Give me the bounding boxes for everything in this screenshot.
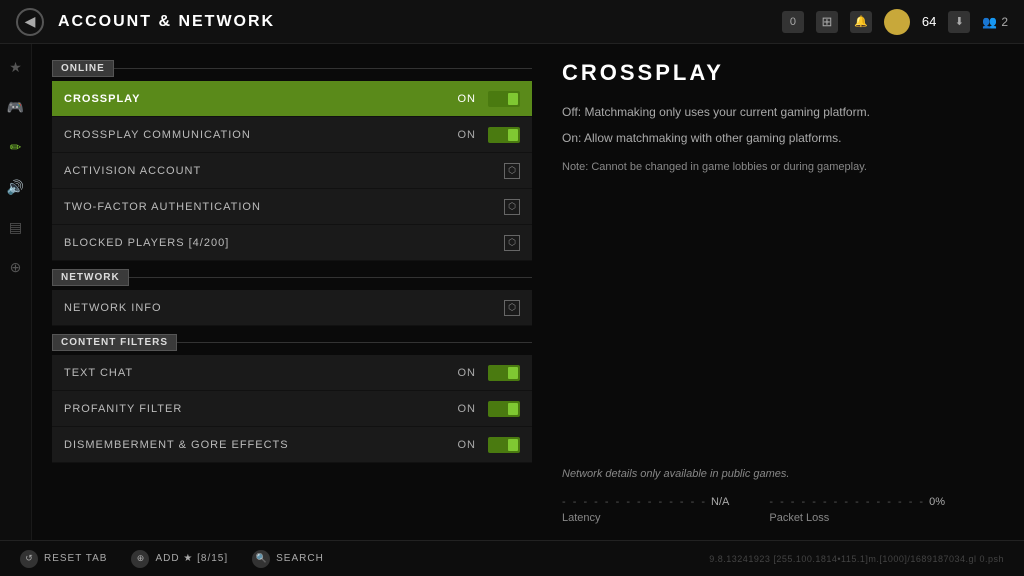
profanity-toggle[interactable]	[488, 401, 520, 417]
packet-dashes: - - - - - - - - - - - - - - -	[769, 496, 925, 508]
add-label: ADD ★ [8/15]	[155, 553, 228, 564]
setting-row-crossplay-comm[interactable]: CROSSPLAY COMMUNICATION ON	[52, 117, 532, 153]
download-button[interactable]: ⬇	[948, 11, 970, 33]
sidebar-icon-sound[interactable]: 🔊	[5, 176, 27, 198]
network-section: Network details only available in public…	[562, 448, 974, 524]
external-link-icon: ⬡	[504, 199, 520, 215]
sidebar-icon-network[interactable]: ⊕	[5, 256, 27, 278]
section-line	[114, 68, 532, 69]
latency-label: Latency	[562, 512, 729, 524]
bell-icon: 🔔	[854, 15, 868, 28]
reset-label: RESET TAB	[44, 553, 107, 564]
block-icon-button[interactable]: 0	[782, 11, 804, 33]
bell-button[interactable]: 🔔	[850, 11, 872, 33]
sidebar-icon-list[interactable]: ▤	[5, 216, 27, 238]
profanity-value: ON	[458, 403, 477, 415]
left-sidebar: ★ 🎮 ✏ 🔊 ▤ ⊕	[0, 44, 32, 540]
gore-value: ON	[458, 439, 477, 451]
section-line	[177, 342, 532, 343]
setting-row-two-factor[interactable]: TWO-FACTOR AUTHENTICATION ⬡	[52, 189, 532, 225]
activision-label: ACTIVISION ACCOUNT	[64, 165, 504, 177]
text-chat-value: ON	[458, 367, 477, 379]
back-button[interactable]: ◀	[16, 8, 44, 36]
player-count: 👥 2	[982, 15, 1008, 29]
external-link-icon: ⬡	[504, 235, 520, 251]
reset-tab-button[interactable]: ↺ RESET TAB	[20, 550, 107, 568]
setting-row-blocked[interactable]: BLOCKED PLAYERS [4/200] ⬡	[52, 225, 532, 261]
network-stats: - - - - - - - - - - - - - - N/A Latency …	[562, 496, 974, 524]
add-favorite-button[interactable]: ⊕ ADD ★ [8/15]	[131, 550, 228, 568]
latency-value: N/A	[711, 496, 729, 508]
version-text: 9.8.13241923 [255.100.1814•115.1]m.[1000…	[709, 554, 1004, 564]
section-label-network: NETWORK	[52, 269, 129, 286]
packet-loss-label: Packet Loss	[769, 512, 945, 524]
back-icon: ◀	[25, 13, 36, 30]
crossplay-toggle[interactable]	[488, 91, 520, 107]
info-line-3: Note: Cannot be changed in game lobbies …	[562, 161, 974, 173]
add-icon: ⊕	[131, 550, 149, 568]
external-link-icon: ⬡	[504, 300, 520, 316]
packet-loss-stat: - - - - - - - - - - - - - - - 0% Packet …	[769, 496, 945, 524]
toggle-knob	[508, 403, 518, 415]
reset-icon: ↺	[20, 550, 38, 568]
setting-row-network-info[interactable]: NETWORK INFO ⬡	[52, 290, 532, 326]
latency-dashes: - - - - - - - - - - - - - -	[562, 496, 707, 508]
grid-button[interactable]: ⊞	[816, 11, 838, 33]
section-label-online: ONLINE	[52, 60, 114, 77]
toggle-knob	[508, 439, 518, 451]
gore-label: DISMEMBERMENT & GORE EFFECTS	[64, 439, 458, 451]
toggle-knob	[508, 93, 518, 105]
page-title: ACCOUNT & NETWORK	[58, 13, 275, 31]
toggle-knob	[508, 367, 518, 379]
sidebar-icon-controller[interactable]: 🎮	[5, 96, 27, 118]
crossplay-label: CROSSPLAY	[64, 93, 458, 105]
network-info-label: NETWORK INFO	[64, 302, 504, 314]
coin-avatar	[884, 9, 910, 35]
section-header-online: ONLINE	[52, 60, 532, 77]
info-panel-title: CROSSPLAY	[562, 60, 974, 86]
text-chat-toggle[interactable]	[488, 365, 520, 381]
two-factor-label: TWO-FACTOR AUTHENTICATION	[64, 201, 504, 213]
search-button[interactable]: 🔍 SEARCH	[252, 550, 324, 568]
text-chat-label: TEXT CHAT	[64, 367, 458, 379]
profanity-label: PROFANITY FILTER	[64, 403, 458, 415]
top-right-icons: 0 ⊞ 🔔 64 ⬇ 👥 2	[782, 9, 1008, 35]
setting-row-activision[interactable]: ACTIVISION ACCOUNT ⬡	[52, 153, 532, 189]
search-icon: 🔍	[252, 550, 270, 568]
setting-row-gore[interactable]: DISMEMBERMENT & GORE EFFECTS ON	[52, 427, 532, 463]
setting-row-crossplay[interactable]: CROSSPLAY ON	[52, 81, 532, 117]
crossplay-comm-toggle[interactable]	[488, 127, 520, 143]
grid-icon: ⊞	[821, 14, 832, 30]
section-header-content-filters: CONTENT FILTERS	[52, 334, 532, 351]
packet-loss-value: 0%	[929, 496, 945, 508]
sidebar-icon-edit[interactable]: ✏	[5, 136, 27, 158]
network-notice: Network details only available in public…	[562, 468, 974, 480]
gore-toggle[interactable]	[488, 437, 520, 453]
info-line-2: On: Allow matchmaking with other gaming …	[562, 128, 974, 148]
crossplay-comm-value: ON	[458, 129, 477, 141]
blocked-label: BLOCKED PLAYERS [4/200]	[64, 237, 504, 249]
info-line-1: Off: Matchmaking only uses your current …	[562, 102, 974, 122]
search-label: SEARCH	[276, 553, 324, 564]
player-icon: 👥	[982, 15, 997, 29]
crossplay-value: ON	[458, 93, 477, 105]
section-line	[129, 277, 532, 278]
info-panel: CROSSPLAY Off: Matchmaking only uses you…	[532, 60, 1004, 524]
bottom-bar: ↺ RESET TAB ⊕ ADD ★ [8/15] 🔍 SEARCH 9.8.…	[0, 540, 1024, 576]
toggle-knob	[508, 129, 518, 141]
main-layout: ★ 🎮 ✏ 🔊 ▤ ⊕ ONLINE CROSSPLAY ON CROSSPLA…	[0, 44, 1024, 540]
content-area: ONLINE CROSSPLAY ON CROSSPLAY COMMUNICAT…	[32, 44, 1024, 540]
sidebar-icon-star[interactable]: ★	[5, 56, 27, 78]
section-label-content-filters: CONTENT FILTERS	[52, 334, 177, 351]
top-bar: ◀ ACCOUNT & NETWORK 0 ⊞ 🔔 64 ⬇ 👥 2	[0, 0, 1024, 44]
crossplay-comm-label: CROSSPLAY COMMUNICATION	[64, 129, 458, 141]
settings-panel: ONLINE CROSSPLAY ON CROSSPLAY COMMUNICAT…	[52, 60, 532, 524]
coin-count: 64	[922, 14, 936, 29]
setting-row-profanity[interactable]: PROFANITY FILTER ON	[52, 391, 532, 427]
external-link-icon: ⬡	[504, 163, 520, 179]
setting-row-text-chat[interactable]: TEXT CHAT ON	[52, 355, 532, 391]
latency-stat: - - - - - - - - - - - - - - N/A Latency	[562, 496, 729, 524]
download-icon: ⬇	[955, 15, 964, 28]
section-header-network: NETWORK	[52, 269, 532, 286]
